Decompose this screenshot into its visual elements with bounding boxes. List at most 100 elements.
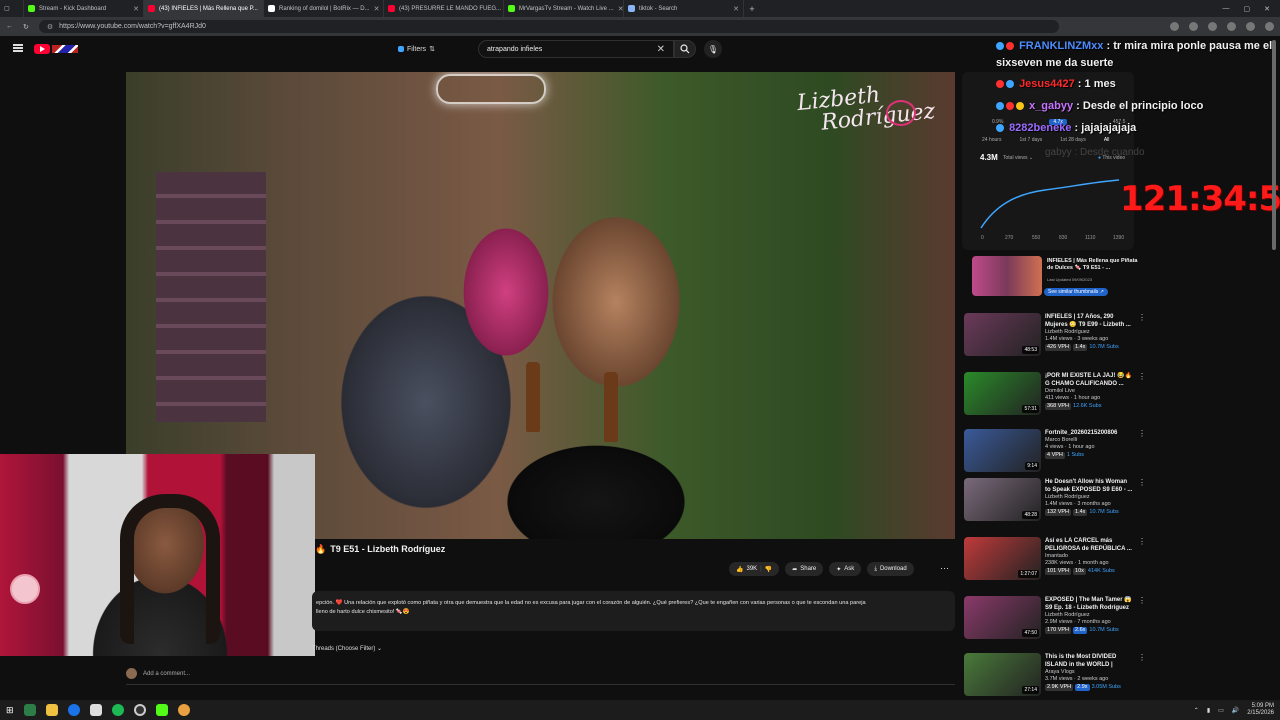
close-tab-icon[interactable]: ✕: [618, 5, 623, 13]
back-icon[interactable]: ←: [6, 23, 13, 30]
extension-icon[interactable]: [1227, 22, 1236, 31]
recommendation-title[interactable]: ¡POR MI EXISTE LA JAJ! 😂🔥 G CHAMO CALIFI…: [1045, 372, 1134, 388]
recommendation-title[interactable]: INFIELES | 17 Años, 290 Mujeres 😳 T9 E99…: [1045, 313, 1134, 329]
app-icon[interactable]: [23, 704, 36, 716]
featured-title[interactable]: INFIELES | Más Rellena que Piñata de Dul…: [1047, 258, 1139, 272]
share-button[interactable]: ➦ Share: [785, 562, 824, 576]
menu-icon[interactable]: [1265, 22, 1274, 31]
video-thumbnail[interactable]: 48:53: [964, 313, 1041, 356]
usb-icon[interactable]: ▮: [1207, 707, 1210, 714]
browser-tab[interactable]: (43) PRESURRE LE MANDO FUEG...✕: [384, 0, 504, 17]
recommendation-item[interactable]: 9:14 Fortnite_20260215200806 Marco Borelli…: [964, 429, 1146, 475]
close-window-icon[interactable]: ✕: [1264, 5, 1270, 13]
recommendation-item[interactable]: 57:31 ¡POR MI EXISTE LA JAJ! 😂🔥 G CHAMO C…: [964, 372, 1146, 418]
url-field[interactable]: ⚙ https://www.youtube.com/watch?v=gffXA4…: [38, 20, 1059, 33]
threads-filter-dropdown[interactable]: Threads (Choose Filter) ⌄: [312, 645, 382, 652]
edge-icon[interactable]: [67, 704, 80, 716]
like-button[interactable]: 👍 39K | 👎: [729, 562, 780, 576]
range-tab[interactable]: 24 hours: [982, 137, 1001, 143]
more-actions-icon[interactable]: ⋯: [940, 563, 949, 574]
volume-icon[interactable]: 🔊: [1232, 707, 1239, 714]
ask-button[interactable]: ✦ Ask: [829, 562, 862, 576]
windows-start-icon[interactable]: ⊞: [6, 705, 14, 716]
recommendation-item[interactable]: 48:53 INFIELES | 17 Años, 290 Mujeres 😳 T…: [964, 313, 1146, 359]
subs-count: 3.05M Subs: [1091, 684, 1121, 690]
recommendation-item[interactable]: 27:14 This is the Most DIVIDED ISLAND in …: [964, 653, 1146, 699]
video-thumbnail[interactable]: 9:14: [964, 429, 1041, 472]
youtube-logo[interactable]: [34, 44, 50, 54]
scrollbar[interactable]: [1272, 40, 1276, 250]
filters-button[interactable]: Filters ⇅: [398, 43, 435, 55]
range-tab[interactable]: 1st 28 days: [1060, 137, 1086, 143]
more-options-icon[interactable]: ⋮: [1138, 596, 1146, 642]
recommendation-item[interactable]: 47:50 EXPOSED | The Man Tamer 😱 S9 Ep. 18…: [964, 596, 1146, 642]
clock[interactable]: 5:09 PM 2/15/2026: [1247, 703, 1274, 717]
notepad-icon[interactable]: [89, 704, 102, 716]
add-comment-row[interactable]: Add a comment...: [126, 668, 955, 685]
more-options-icon[interactable]: ⋮: [1138, 313, 1146, 359]
video-thumbnail[interactable]: 47:50: [964, 596, 1041, 639]
recommendation-title[interactable]: Así es LA CÁRCEL más PELIGROSA de REPÚBL…: [1045, 537, 1134, 553]
profile-avatar[interactable]: [1246, 22, 1255, 31]
more-options-icon[interactable]: ⋮: [1138, 478, 1146, 524]
extension-icon[interactable]: [1189, 22, 1198, 31]
more-options-icon[interactable]: ⋮: [1138, 537, 1146, 583]
more-options-icon[interactable]: ⋮: [1138, 372, 1146, 418]
search-button[interactable]: [674, 40, 696, 58]
clear-search-icon[interactable]: ✕: [657, 44, 665, 55]
bookmark-icon[interactable]: [1208, 22, 1217, 31]
minimize-icon[interactable]: —: [1223, 5, 1230, 13]
new-tab-button[interactable]: +: [744, 4, 760, 14]
extension-icon[interactable]: [1170, 22, 1179, 31]
browser-tab[interactable]: Ranking of domilol | BotRix — D... ✕: [264, 0, 384, 17]
recommendation-title[interactable]: EXPOSED | The Man Tamer 😱 S9 Ep. 18 - Li…: [1045, 596, 1134, 612]
voice-search-button[interactable]: 🎙: [704, 40, 722, 58]
channel-name[interactable]: Lizbeth Rodríguez: [1045, 612, 1134, 619]
maximize-icon[interactable]: ▢: [1244, 5, 1251, 13]
featured-thumbnail[interactable]: [972, 256, 1042, 296]
site-info-icon[interactable]: ⚙: [47, 23, 53, 31]
range-tab[interactable]: 1st 7 days: [1019, 137, 1042, 143]
video-thumbnail[interactable]: 1:27:07: [964, 537, 1041, 580]
more-options-icon[interactable]: ⋮: [1138, 653, 1146, 699]
browser-tab[interactable]: Stream - Kick Dashboard ✕: [24, 0, 144, 17]
chrome-icon[interactable]: [177, 704, 190, 716]
channel-name[interactable]: Domilol Live: [1045, 388, 1134, 395]
close-tab-icon[interactable]: ✕: [133, 5, 139, 13]
range-tab-active[interactable]: All: [1104, 137, 1110, 143]
chevron-up-icon[interactable]: ⌃: [1194, 707, 1199, 714]
video-thumbnail[interactable]: 27:14: [964, 653, 1041, 696]
channel-name[interactable]: Lizbeth Rodríguez: [1045, 494, 1134, 501]
thumbs-down-icon[interactable]: 👎: [765, 566, 772, 573]
video-thumbnail[interactable]: 57:31: [964, 372, 1041, 415]
video-thumbnail[interactable]: 48:28: [964, 478, 1041, 521]
file-explorer-icon[interactable]: [45, 704, 58, 716]
recommendation-item[interactable]: 48:28 He Doesn't Allow his Woman to Speak…: [964, 478, 1146, 524]
channel-name[interactable]: Imantado: [1045, 553, 1134, 560]
tab-actions-button[interactable]: ▢: [0, 0, 24, 17]
close-tab-icon[interactable]: ✕: [733, 5, 739, 13]
spotify-icon[interactable]: [111, 704, 124, 716]
recommendation-title[interactable]: Fortnite_20260215200806: [1045, 429, 1134, 437]
recommendation-item[interactable]: 1:27:07 Así es LA CÁRCEL más PELIGROSA de…: [964, 537, 1146, 583]
channel-name[interactable]: Lizbeth Rodríguez: [1045, 329, 1134, 336]
channel-name[interactable]: Araya Vlogs: [1045, 669, 1134, 676]
browser-tab[interactable]: tiktok - Search ✕: [624, 0, 744, 17]
reload-icon[interactable]: ↻: [23, 23, 29, 31]
video-description[interactable]: epción. ❤️ Una relación que explotó como…: [312, 591, 955, 631]
download-button[interactable]: ⤓ Download: [867, 562, 914, 576]
close-tab-icon[interactable]: ✕: [374, 5, 380, 13]
obs-icon[interactable]: [133, 704, 146, 716]
browser-tab[interactable]: MrVargasTv Stream - Watch Live ... ✕: [504, 0, 624, 17]
kick-icon[interactable]: [155, 704, 168, 716]
hamburger-menu-icon[interactable]: [13, 44, 23, 52]
similar-thumbnails-button[interactable]: See similar thumbnails ↗: [1044, 288, 1108, 296]
total-views-dropdown[interactable]: Total views ⌄: [1003, 155, 1033, 161]
more-options-icon[interactable]: ⋮: [1138, 429, 1146, 475]
browser-tab-active[interactable]: (43) INFIELES | Más Rellena que P...✕: [144, 0, 264, 17]
search-input[interactable]: atrapando infieles ✕: [478, 40, 674, 58]
network-icon[interactable]: ▭: [1218, 707, 1224, 714]
channel-name[interactable]: Marco Borelli: [1045, 437, 1134, 444]
recommendation-title[interactable]: This is the Most DIVIDED ISLAND in the W…: [1045, 653, 1134, 669]
recommendation-title[interactable]: He Doesn't Allow his Woman to Speak EXPO…: [1045, 478, 1134, 494]
